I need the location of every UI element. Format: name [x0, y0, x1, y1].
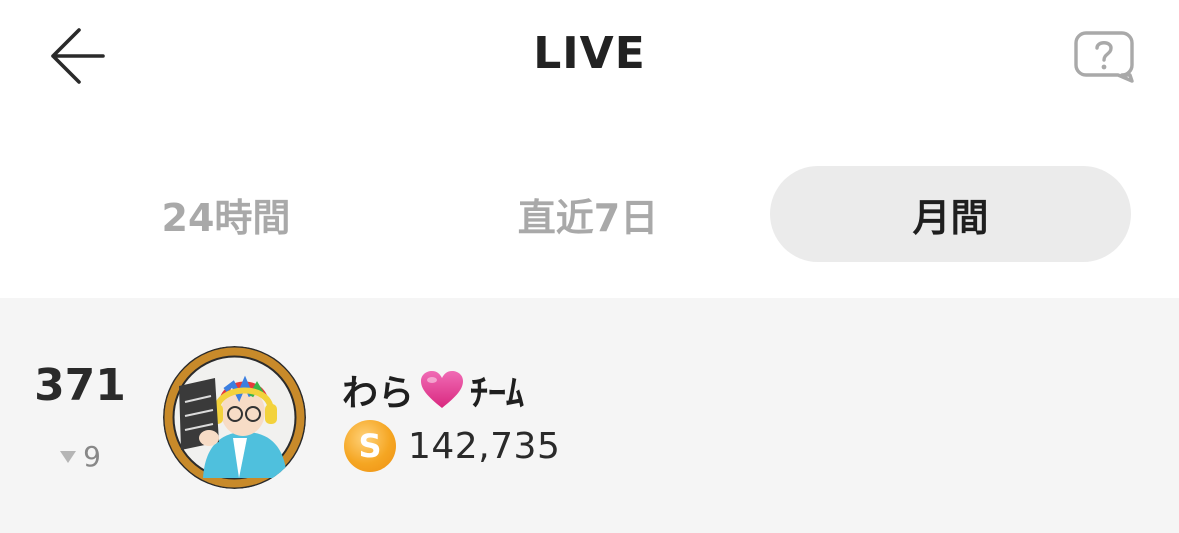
- arrow-left-icon: [51, 28, 105, 84]
- user-name-prefix: わら: [342, 373, 415, 414]
- user-name-suffix: ﾁｰﾑ: [470, 373, 525, 414]
- user-name[interactable]: わら ﾁｰﾑ: [342, 364, 524, 416]
- rank-number: 371: [34, 360, 126, 411]
- rank-change-value: 9: [83, 440, 101, 473]
- triangle-down-icon: [60, 450, 77, 463]
- help-button[interactable]: [1068, 26, 1140, 88]
- tab-monthly[interactable]: 月間: [770, 166, 1131, 262]
- page-title: LIVE: [533, 28, 646, 79]
- coin-icon: S: [344, 420, 396, 472]
- tab-last-7-days[interactable]: 直近7日: [410, 166, 766, 262]
- score-value: 142,735: [408, 425, 561, 467]
- rank-change: 9: [40, 440, 120, 473]
- heart-emoji-icon: [418, 369, 466, 411]
- tab-24-hours[interactable]: 24時間: [48, 166, 404, 262]
- period-tabs: 24時間 直近7日 月間: [0, 166, 1179, 264]
- top-bar: LIVE: [0, 0, 1179, 120]
- avatar[interactable]: [163, 346, 306, 489]
- ranking-list: 371 9 わら ﾁｰﾑ S 142,735: [0, 298, 1179, 533]
- avatar-image: [163, 346, 306, 489]
- back-button[interactable]: [40, 24, 110, 88]
- question-bubble-icon: [1074, 31, 1134, 83]
- score: S 142,735: [344, 420, 560, 472]
- ranking-row[interactable]: 371 9 わら ﾁｰﾑ S 142,735: [0, 298, 1179, 533]
